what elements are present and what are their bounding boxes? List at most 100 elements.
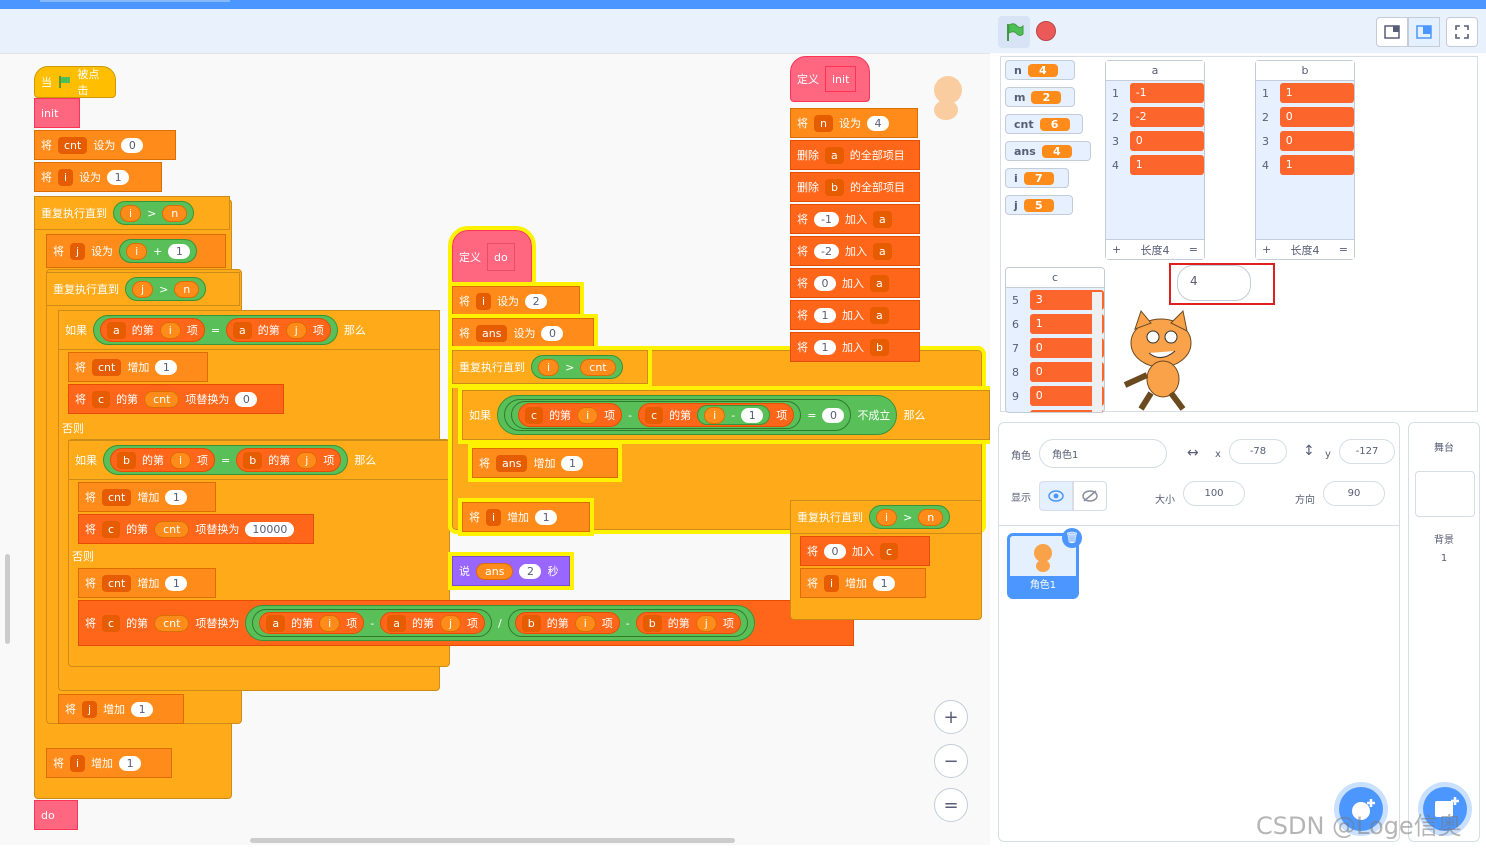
if-not-slope-equal[interactable]: 如果 c 的第 i 项 - c 的第 i -1 项 = 0 不成立 那么 xyxy=(458,386,990,444)
var-dropdown[interactable]: ans xyxy=(496,454,528,472)
var-reporter[interactable]: j xyxy=(285,321,307,339)
value-input[interactable]: 1 xyxy=(131,701,154,717)
list-dropdown[interactable]: c xyxy=(102,520,121,538)
add-0-c[interactable]: 将 0 加入 c xyxy=(800,536,930,566)
value-input[interactable]: 1 xyxy=(119,755,142,771)
list-dropdown[interactable]: b xyxy=(825,178,844,196)
value-input[interactable]: 1 xyxy=(107,169,130,185)
list-dropdown[interactable]: a xyxy=(870,306,889,324)
var-reporter[interactable]: i xyxy=(126,242,148,260)
set-cnt-block[interactable]: 将 cnt 设为 0 xyxy=(34,130,176,160)
add-1-b[interactable]: 将 1 加入 b xyxy=(790,332,920,362)
cat-sprite-icon[interactable] xyxy=(1111,309,1211,413)
list-cell[interactable]: 1 xyxy=(1279,83,1354,103)
var-dropdown[interactable]: cnt xyxy=(58,136,88,154)
var-dropdown[interactable]: j xyxy=(82,700,98,718)
var-reporter[interactable]: j xyxy=(695,614,717,632)
list-dropdown[interactable]: a xyxy=(387,614,406,632)
var-reporter[interactable]: i xyxy=(538,358,560,376)
change-cnt-block[interactable]: 将 cnt 增加 1 xyxy=(78,482,216,512)
var-reporter[interactable]: i xyxy=(577,406,599,424)
show-button[interactable] xyxy=(1039,481,1073,511)
var-dropdown[interactable]: i xyxy=(70,754,86,772)
list-dropdown[interactable]: a xyxy=(825,146,844,164)
change-i-block[interactable]: 将 i 增加 1 xyxy=(800,568,926,598)
add-0-a[interactable]: 将 0 加入 a xyxy=(790,268,920,298)
list-dropdown[interactable]: c xyxy=(525,406,544,424)
var-dropdown[interactable]: n xyxy=(814,114,833,132)
hide-button[interactable] xyxy=(1073,481,1107,511)
var-reporter[interactable]: n xyxy=(918,508,944,526)
var-dropdown[interactable]: i xyxy=(486,508,502,526)
list-dropdown[interactable]: b xyxy=(521,614,541,632)
stop-button[interactable] xyxy=(1036,21,1056,41)
value-input[interactable]: 1 xyxy=(155,359,178,375)
change-cnt-block[interactable]: 将 cnt 增加 1 xyxy=(68,352,208,382)
list-dropdown[interactable]: b xyxy=(117,451,136,469)
add-neg1-a[interactable]: 将 -1 加入 a xyxy=(790,204,920,234)
var-dropdown[interactable]: cnt xyxy=(102,574,132,592)
add-item-button[interactable]: + xyxy=(1112,243,1121,256)
var-reporter[interactable]: j xyxy=(132,280,154,298)
var-reporter[interactable]: cnt xyxy=(580,358,616,376)
list-cell[interactable]: 0 xyxy=(1129,131,1204,151)
value-input[interactable]: 1 xyxy=(165,489,188,505)
repeat-until-i-gt-cnt[interactable]: 重复执行直到 i > cnt xyxy=(448,346,652,388)
change-ans-block[interactable]: 将 ans 增加 1 xyxy=(468,444,622,482)
list-dropdown[interactable]: a xyxy=(870,274,889,292)
y-input[interactable]: -127 xyxy=(1339,439,1395,464)
change-j-block[interactable]: 将 j 增加 1 xyxy=(58,694,184,724)
var-reporter[interactable]: i xyxy=(169,451,192,469)
var-dropdown[interactable]: cnt xyxy=(92,358,122,376)
large-stage-button[interactable] xyxy=(1408,17,1440,47)
delete-all-a[interactable]: 删除 a 的全部项目 xyxy=(790,140,920,170)
var-dropdown[interactable]: i xyxy=(58,168,74,186)
var-reporter[interactable]: ans xyxy=(476,562,514,580)
stage[interactable]: n 4 m 2 cnt 6 ans 4 i 7 j 5 a 1 -1 2 -2 3 0 4 1 + 长度4 = b 11… xyxy=(1000,56,1478,413)
var-reporter[interactable]: n xyxy=(162,204,188,222)
var-reporter[interactable]: i xyxy=(319,614,341,632)
stage-selector-panel[interactable]: 舞台 背景 1 xyxy=(1408,422,1480,842)
value-input[interactable]: 1 xyxy=(814,307,836,323)
resize-handle[interactable]: = xyxy=(1189,243,1198,256)
value-input[interactable]: 4 xyxy=(866,115,889,131)
list-dropdown[interactable]: a xyxy=(872,210,892,228)
list-cell[interactable]: 1 xyxy=(1129,155,1204,175)
delete-sprite-icon[interactable]: 🗑 xyxy=(1062,528,1082,548)
list-dropdown[interactable]: a xyxy=(872,242,892,260)
add-neg2-a[interactable]: 将 -2 加入 a xyxy=(790,236,920,266)
value-input[interactable]: 0 xyxy=(235,391,258,407)
list-dropdown[interactable]: b xyxy=(642,614,662,632)
value-input[interactable]: -1 xyxy=(814,211,839,227)
var-reporter[interactable]: i xyxy=(120,204,142,222)
list-dropdown[interactable]: c xyxy=(92,390,111,408)
value-input[interactable]: -2 xyxy=(814,243,839,259)
var-reporter[interactable]: cnt xyxy=(154,520,190,538)
list-dropdown[interactable]: c xyxy=(645,406,664,424)
define-init-block[interactable]: 定义 init xyxy=(790,56,870,102)
var-reporter[interactable]: cnt xyxy=(144,390,180,408)
change-i-block[interactable]: 将 i 增加 1 xyxy=(46,748,172,778)
sprite-name-input[interactable]: 角色1 xyxy=(1039,439,1167,468)
var-reporter[interactable]: i xyxy=(574,614,596,632)
var-dropdown[interactable]: i xyxy=(476,292,492,310)
var-reporter[interactable]: n xyxy=(174,280,200,298)
var-dropdown[interactable]: ans xyxy=(476,324,508,342)
list-cell[interactable]: -2 xyxy=(1129,107,1204,127)
var-reporter[interactable]: i xyxy=(876,508,898,526)
list-dropdown[interactable]: c xyxy=(102,614,121,632)
define-do-block[interactable]: 定义 do xyxy=(448,226,536,288)
zoom-out-button[interactable]: − xyxy=(934,744,968,778)
zoom-reset-button[interactable]: = xyxy=(934,788,968,822)
set-i-2-block[interactable]: 将 i 设为 2 xyxy=(448,282,584,320)
resize-handle[interactable]: = xyxy=(1339,243,1348,256)
value-input[interactable]: 0 xyxy=(121,137,144,153)
value-input[interactable]: 0 xyxy=(824,543,846,559)
add-item-button[interactable]: + xyxy=(1262,243,1271,256)
value-input[interactable]: 0 xyxy=(822,407,845,423)
small-stage-button[interactable] xyxy=(1376,17,1408,47)
do-call-block[interactable]: do xyxy=(34,800,78,830)
direction-input[interactable]: 90 xyxy=(1323,481,1385,506)
list-cell[interactable]: 0 xyxy=(1279,131,1354,151)
list-dropdown[interactable]: a xyxy=(233,321,252,339)
